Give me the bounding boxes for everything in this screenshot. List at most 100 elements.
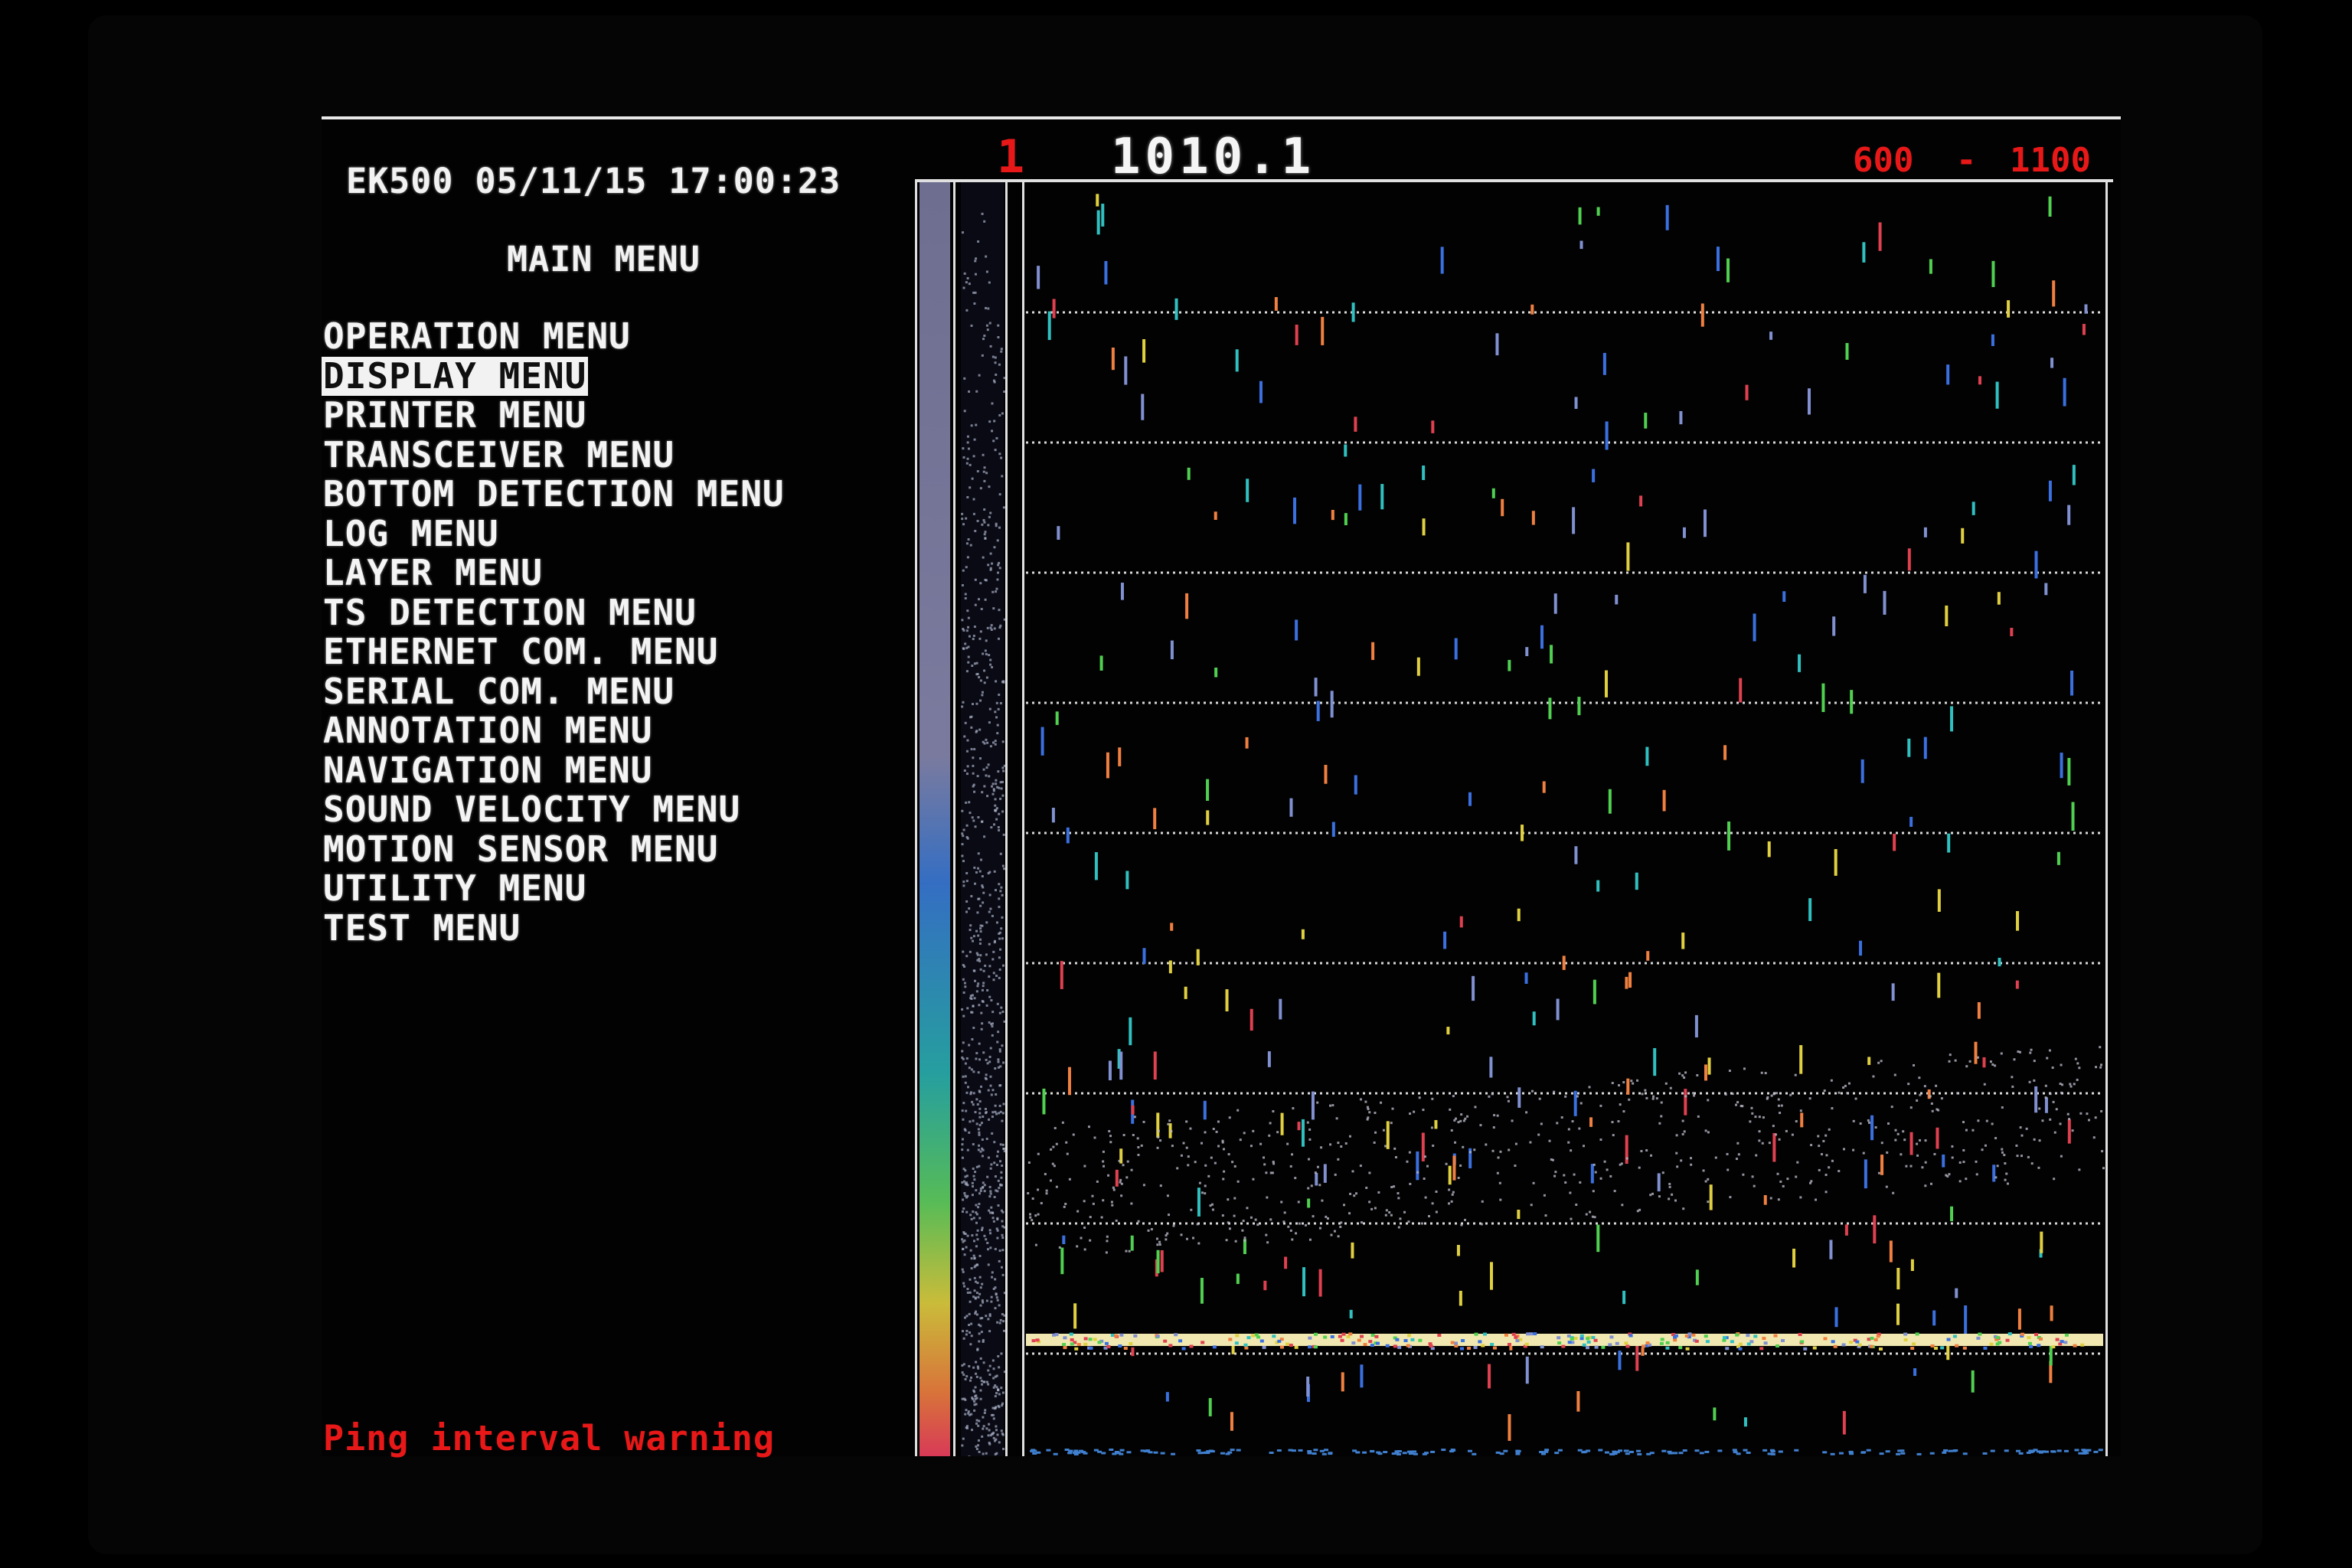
bottom-echo-detail xyxy=(1083,1337,1088,1341)
menu-item-ts-detection-menu[interactable]: TS DETECTION MENU xyxy=(322,592,698,633)
bottom-noise xyxy=(1982,1452,1988,1455)
history-dot xyxy=(998,452,1001,456)
menu-item-printer-menu[interactable]: PRINTER MENU xyxy=(322,394,588,436)
plankton-dot xyxy=(1329,1143,1332,1146)
history-dot xyxy=(962,978,965,981)
menu-item-ethernet-com-menu[interactable]: ETHERNET COM. MENU xyxy=(322,631,720,672)
history-dot xyxy=(978,1100,982,1103)
menu-item-utility-menu[interactable]: UTILITY MENU xyxy=(322,867,588,909)
plankton-dot xyxy=(1769,1197,1772,1200)
history-dot xyxy=(1000,1171,1003,1174)
target-echo xyxy=(1073,1303,1077,1329)
echogram-right-border xyxy=(2105,182,2108,1456)
plankton-dot xyxy=(2100,1109,2103,1112)
plankton-dot xyxy=(1397,1226,1400,1229)
history-dot xyxy=(979,1286,982,1289)
history-dot xyxy=(975,1057,978,1060)
plankton-dot xyxy=(1291,1153,1294,1156)
plankton-dot xyxy=(1089,1239,1092,1242)
bottom-echo-detail xyxy=(1570,1337,1574,1341)
menu-item-layer-menu[interactable]: LAYER MENU xyxy=(322,552,544,593)
plankton-dot xyxy=(1636,1210,1639,1213)
plankton-dot xyxy=(1377,1191,1380,1194)
history-dot xyxy=(965,1210,969,1214)
history-dot xyxy=(975,1422,978,1425)
menu-item-transceiver-menu[interactable]: TRANSCEIVER MENU xyxy=(322,434,676,475)
target-echo xyxy=(1727,821,1731,851)
target-echo xyxy=(1468,792,1472,806)
plankton-dot xyxy=(2004,1162,2007,1165)
target-echo xyxy=(1883,590,1886,615)
history-dot xyxy=(998,956,1001,959)
history-dot xyxy=(965,1196,968,1199)
target-echo xyxy=(1501,498,1504,517)
history-dot xyxy=(1000,886,1003,889)
plankton-dot xyxy=(1308,1138,1312,1141)
history-dot xyxy=(991,1217,995,1220)
plankton-dot xyxy=(1729,1196,1732,1199)
history-dot xyxy=(984,964,987,967)
history-dot xyxy=(962,828,965,831)
target-echo xyxy=(2056,851,2060,865)
target-echo xyxy=(1099,655,1103,671)
plankton-dot xyxy=(2033,1079,2036,1082)
history-dot xyxy=(961,1050,964,1053)
bottom-noise xyxy=(2050,1450,2056,1453)
bottom-noise xyxy=(1879,1452,1884,1455)
menu-item-bottom-detection-menu[interactable]: BOTTOM DETECTION MENU xyxy=(322,473,786,514)
menu-item-serial-com-menu[interactable]: SERIAL COM. MENU xyxy=(322,671,676,712)
plankton-dot xyxy=(2060,1091,2063,1094)
history-dot xyxy=(976,1238,979,1241)
menu-item-annotation-menu[interactable]: ANNOTATION MENU xyxy=(322,710,654,751)
history-dot xyxy=(985,921,988,924)
menu-item-motion-sensor-menu[interactable]: MOTION SENSOR MENU xyxy=(322,828,720,870)
history-dot xyxy=(970,1068,973,1071)
target-echo xyxy=(1694,1014,1698,1038)
bottom-echo-detail xyxy=(1642,1344,1646,1348)
history-dot xyxy=(966,556,969,559)
bottom-echo-detail xyxy=(1168,1344,1173,1348)
bottom-echo-detail xyxy=(1088,1338,1093,1341)
plankton-dot xyxy=(1105,1251,1108,1254)
plankton-dot xyxy=(2025,1127,2028,1130)
menu-item-log-menu[interactable]: LOG MENU xyxy=(322,513,501,554)
plankton-dot xyxy=(1326,1217,1329,1220)
target-echo xyxy=(1354,416,1357,432)
menu-item-navigation-menu[interactable]: NAVIGATION MENU xyxy=(322,750,654,791)
history-dot xyxy=(994,1395,997,1398)
plankton-dot xyxy=(1040,1201,1043,1204)
plankton-dot xyxy=(1931,1109,1934,1112)
plankton-dot xyxy=(1570,1149,1573,1152)
plankton-dot xyxy=(1775,1133,1778,1136)
target-echo xyxy=(1860,759,1864,783)
target-echo xyxy=(1955,1288,1958,1298)
plankton-dot xyxy=(1072,1133,1075,1136)
plankton-dot xyxy=(2006,1182,2009,1185)
target-echo xyxy=(1440,247,1444,274)
target-echo xyxy=(1130,1235,1134,1251)
plankton-dot xyxy=(2015,1144,2018,1147)
history-dot xyxy=(961,1444,964,1447)
history-dot xyxy=(1001,864,1004,867)
history-dot xyxy=(974,1297,977,1300)
plankton-dot xyxy=(1749,1120,1752,1123)
plankton-dot xyxy=(1885,1185,1888,1188)
history-dot xyxy=(972,1004,975,1008)
plankton-dot xyxy=(1652,1095,1655,1098)
plankton-dot xyxy=(1965,1065,1968,1068)
plankton-dot xyxy=(1283,1211,1286,1214)
bottom-echo-detail xyxy=(2080,1343,2085,1347)
history-dot xyxy=(995,1392,998,1395)
history-dot xyxy=(991,1011,995,1014)
menu-item-operation-menu[interactable]: OPERATION MENU xyxy=(322,315,632,357)
menu-item-test-menu[interactable]: TEST MENU xyxy=(322,907,522,949)
menu-item-sound-velocity-menu[interactable]: SOUND VELOCITY MENU xyxy=(322,789,742,830)
history-dot xyxy=(983,334,986,337)
plankton-dot xyxy=(1902,1130,1905,1133)
plankton-dot xyxy=(1142,1120,1145,1123)
menu-item-display-menu[interactable]: DISPLAY MENU xyxy=(322,356,589,396)
history-dot xyxy=(985,676,988,679)
plankton-dot xyxy=(1664,1082,1668,1085)
bottom-noise xyxy=(1220,1452,1225,1455)
plankton-dot xyxy=(1641,1093,1644,1096)
